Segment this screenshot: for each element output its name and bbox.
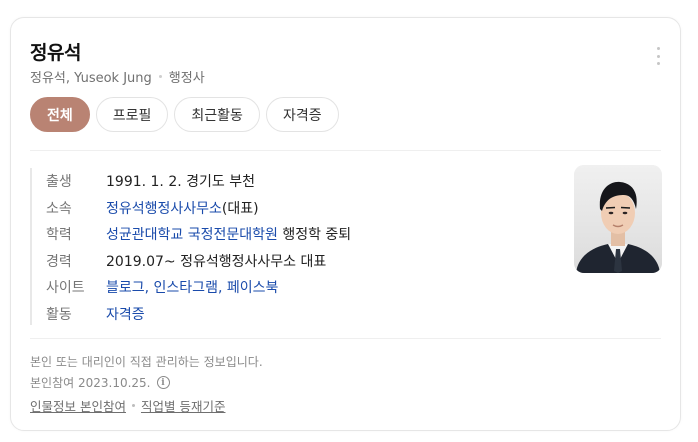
info-row-education: 학력 성균관대학교 국정전문대학원 행정학 중퇴 xyxy=(46,221,351,248)
subtitle-name: 정유석, Yuseok Jung xyxy=(30,71,152,86)
subtitle-occupation: 행정사 xyxy=(168,71,205,86)
education-link[interactable]: 성균관대학교 국정전문대학원 xyxy=(106,227,278,243)
profile-card: 정유석 정유석, Yuseok Jung 행정사 전체 프로필 최근활동 자격증… xyxy=(10,17,681,431)
education-suffix: 행정학 중퇴 xyxy=(277,227,352,244)
info-label: 출생 xyxy=(46,174,72,191)
info-value: 정유석행정사사무소(대표) xyxy=(106,198,259,218)
affiliation-suffix: (대표) xyxy=(221,200,259,217)
info-label: 활동 xyxy=(46,306,72,323)
participation-date: 본인참여 2023.10.25. xyxy=(30,376,151,390)
info-label: 경력 xyxy=(46,253,72,270)
info-value: 블로그, 인스타그램, 페이스북 xyxy=(106,277,278,297)
info-value: 자격증 xyxy=(106,304,145,324)
divider xyxy=(30,150,661,151)
info-value: 성균관대학교 국정전문대학원 행정학 중퇴 xyxy=(106,224,351,244)
profile-name: 정유석 xyxy=(30,42,81,64)
info-label: 사이트 xyxy=(46,280,85,297)
info-row-affiliation: 소속 정유석행정사사무소(대표) xyxy=(46,195,351,222)
info-row-activity: 활동 자격증 xyxy=(46,301,351,328)
footer-date: 본인참여 2023.10.25. i xyxy=(30,374,170,391)
site-separator: , xyxy=(144,280,154,297)
info-list: 출생 1991. 1. 2. 경기도 부천 소속 정유석행정사사무소(대표) 학… xyxy=(30,168,351,325)
listing-criteria-link[interactable]: 직업별 등재기준 xyxy=(141,396,225,415)
info-row-career: 경력 2019.07~ 정유석행정사사무소 대표 xyxy=(46,248,351,275)
site-separator: , xyxy=(217,280,227,297)
tab-certificates[interactable]: 자격증 xyxy=(265,97,339,132)
info-row-site: 사이트 블로그, 인스타그램, 페이스북 xyxy=(46,274,351,301)
separator-dot xyxy=(158,75,162,78)
info-circle-icon[interactable]: i xyxy=(156,376,170,389)
tab-profile[interactable]: 프로필 xyxy=(95,97,169,132)
info-value: 1991. 1. 2. 경기도 부천 xyxy=(106,174,255,191)
more-options-icon[interactable] xyxy=(651,45,665,67)
profile-tabs: 전체 프로필 최근활동 자격증 xyxy=(30,97,339,132)
separator-dot xyxy=(131,404,135,407)
profile-photo[interactable] xyxy=(574,165,662,273)
footer-note: 본인 또는 대리인이 직접 관리하는 정보입니다. xyxy=(30,355,263,369)
instagram-link[interactable]: 인스타그램 xyxy=(154,280,218,296)
tab-recent-activity[interactable]: 최근활동 xyxy=(174,97,260,132)
divider xyxy=(30,338,661,339)
affiliation-link[interactable]: 정유석행정사사무소 xyxy=(106,201,222,217)
profile-photo-illustration xyxy=(574,165,662,273)
blog-link[interactable]: 블로그 xyxy=(106,280,145,296)
info-value: 2019.07~ 정유석행정사사무소 대표 xyxy=(106,253,327,270)
info-label: 소속 xyxy=(46,200,72,217)
certificate-link[interactable]: 자격증 xyxy=(106,307,145,323)
profile-subtitle: 정유석, Yuseok Jung 행정사 xyxy=(30,67,205,86)
facebook-link[interactable]: 페이스북 xyxy=(227,280,279,296)
info-label: 학력 xyxy=(46,227,72,244)
info-row-birth: 출생 1991. 1. 2. 경기도 부천 xyxy=(46,168,351,195)
profile-participation-link[interactable]: 인물정보 본인참여 xyxy=(30,396,126,415)
footer-links: 인물정보 본인참여 직업별 등재기준 xyxy=(30,396,225,415)
tab-all[interactable]: 전체 xyxy=(30,97,90,132)
